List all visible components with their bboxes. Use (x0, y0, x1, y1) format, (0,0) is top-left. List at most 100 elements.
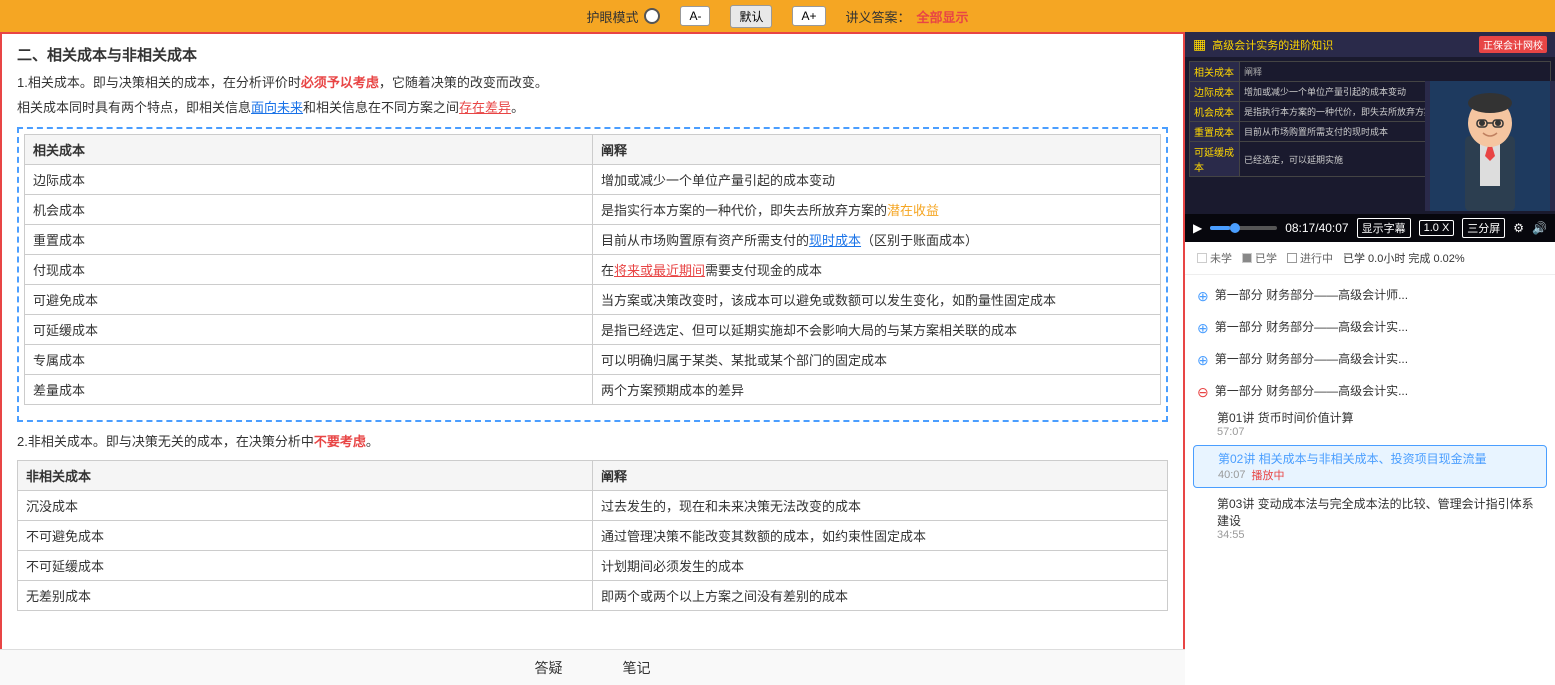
lecture-item-01[interactable]: 第01讲 货币时间价值计算 57:07 (1193, 405, 1547, 442)
nr-cost-name-4: 无差别成本 (18, 581, 593, 611)
right-panel: ▦ 高级会计实务的进阶知识 正保会计网校 相关成本阐释 边际成本增加或减少一个单… (1185, 32, 1555, 685)
lecture-meta-01: 57:07 (1217, 426, 1539, 438)
nr-cost-desc-4: 即两个或两个以上方案之间没有差别的成本 (593, 581, 1168, 611)
section2-desc: 2.非相关成本。即与决策无关的成本，在决策分析中不要考虑。 (17, 432, 1168, 453)
in-progress-label: 进行中 (1300, 250, 1333, 266)
cost-desc-6: 是指已经选定、但可以延期实施却不会影响大局的与某方案相关联的成本 (593, 314, 1161, 344)
table-row: 差量成本 两个方案预期成本的差异 (25, 374, 1161, 404)
video-content: 相关成本阐释 边际成本增加或减少一个单位产量引起的成本变动 机会成本是指执行本方… (1185, 57, 1555, 207)
font-default-button[interactable]: 默认 (730, 5, 772, 28)
nr-cost-desc-1: 过去发生的，现在和未来决策无法改变的成本 (593, 491, 1168, 521)
learned-label: 已学 (1255, 250, 1277, 266)
table-row: 可延缓成本 是指已经选定、但可以延期实施却不会影响大局的与某方案相关联的成本 (25, 314, 1161, 344)
cost-name-8: 差量成本 (25, 374, 593, 404)
lecture-meta-02: 40:07 播放中 (1218, 467, 1538, 483)
eyecare-label: 护眼模式 (586, 7, 638, 26)
table-row: 付现成本 在将来或最近期间需要支付现金的成本 (25, 254, 1161, 284)
cost-name-3: 重置成本 (25, 224, 593, 254)
para1-highlight: 必须予以考虑 (301, 75, 379, 90)
cost-desc-5: 当方案或决策改变时，该成本可以避免或数额可以发生变化，如酌量性固定成本 (593, 284, 1161, 314)
para2-mid: 和相关信息在不同方案之间 (303, 100, 459, 115)
cost-desc-4: 在将来或最近期间需要支付现金的成本 (593, 254, 1161, 284)
main-layout: 💬 提问 📋 笔记 二、相关成本与非相关成本 1.相关成本。即与决策相关的成本，… (0, 32, 1555, 685)
progress-area: 未学 已学 进行中 已学 0.0小时 完成 0.02% (1185, 242, 1555, 275)
lecture-item-02[interactable]: 第02讲 相关成本与非相关成本、投资项目现金流量 40:07 播放中 (1193, 445, 1547, 488)
table-row: 可避免成本 当方案或决策改变时，该成本可以避免或数额可以发生变化，如酌量性固定成… (25, 284, 1161, 314)
lecture-title-01: 第01讲 货币时间价值计算 (1217, 409, 1539, 426)
in-progress-dot (1287, 253, 1297, 263)
eyecare-toggle[interactable] (644, 8, 660, 24)
play-button[interactable]: ▶ (1193, 221, 1202, 235)
lecture-title-03: 第03讲 变动成本法与完全成本法的比较、管理会计指引体系建设 (1217, 495, 1539, 529)
table-header-row: 非相关成本 阐释 (18, 461, 1168, 491)
video-controls: ▶ 08:17/40:07 显示字幕 1.0 X 三分屏 ⚙ 🔊 (1185, 214, 1555, 242)
section2: 2.非相关成本。即与决策无关的成本，在决策分析中不要考虑。 非相关成本 阐释 沉… (17, 432, 1168, 612)
bottom-tab-bar: 答疑 笔记 (0, 649, 1185, 685)
learned-status: 已学 (1242, 250, 1277, 266)
progress-bar[interactable] (1210, 226, 1277, 230)
lecture-item-03[interactable]: 第03讲 变动成本法与完全成本法的比较、管理会计指引体系建设 34:55 (1193, 491, 1547, 545)
layout-button[interactable]: 三分屏 (1462, 218, 1505, 238)
course-section-header-4[interactable]: ⊖ 第一部分 财务部分——高级会计实... (1193, 379, 1547, 405)
progress-fill (1210, 226, 1230, 230)
table-row: 沉没成本 过去发生的，现在和未来决策无法改变的成本 (18, 491, 1168, 521)
table-row: 重置成本 目前从市场购置原有资产所需支付的现时成本（区别于账面成本） (25, 224, 1161, 254)
settings-icon[interactable]: ⚙ (1513, 221, 1524, 235)
lecture-answer: 讲义答案： 全部显示 (846, 7, 969, 26)
not-learned-dot (1197, 253, 1207, 263)
table-col-header-1: 相关成本 (25, 134, 593, 164)
volume-icon[interactable]: 🔊 (1532, 221, 1547, 235)
lecture-title-02: 第02讲 相关成本与非相关成本、投资项目现金流量 (1218, 450, 1538, 467)
para2-red: 存在差异 (459, 100, 511, 115)
font-decrease-button[interactable]: A- (680, 6, 710, 26)
expand-icon-3: ⊕ (1197, 352, 1209, 369)
related-costs-section: 相关成本 阐释 边际成本 增加或减少一个单位产量引起的成本变动 机会成本 是指实… (17, 127, 1168, 422)
course-section-header-2[interactable]: ⊕ 第一部分 财务部分——高级会计实... (1193, 315, 1547, 341)
section-title-1: 第一部分 财务部分——高级会计师... (1215, 287, 1408, 304)
top-bar: 护眼模式 A- 默认 A+ 讲义答案： 全部显示 (0, 0, 1555, 32)
course-section-header-3[interactable]: ⊕ 第一部分 财务部分——高级会计实... (1193, 347, 1547, 373)
cost-desc-1: 增加或减少一个单位产量引起的成本变动 (593, 164, 1161, 194)
table-header-row: 相关成本 阐释 (25, 134, 1161, 164)
font-increase-button[interactable]: A+ (792, 6, 825, 26)
qa-tab[interactable]: 答疑 (535, 658, 563, 678)
video-title: 高级会计实务的进阶知识 (1212, 37, 1333, 53)
cost-desc-7: 可以明确归属于某类、某批或某个部门的固定成本 (593, 344, 1161, 374)
lecture-meta-03: 34:55 (1217, 529, 1539, 541)
nr-col-header-2: 阐释 (593, 461, 1168, 491)
notes-tab[interactable]: 笔记 (623, 658, 651, 678)
not-learned-status: 未学 (1197, 250, 1232, 266)
cost-name-4: 付现成本 (25, 254, 593, 284)
lecture-answer-label: 讲义答案： (846, 7, 911, 26)
progress-dot (1230, 223, 1240, 233)
left-wrapper: 二、相关成本与非相关成本 1.相关成本。即与决策相关的成本，在分析评价时必须予以… (0, 32, 1185, 685)
playing-badge: 播放中 (1252, 467, 1285, 483)
cost-name-6: 可延缓成本 (25, 314, 593, 344)
para1-text: 1.相关成本。即与决策相关的成本，在分析评价时 (17, 75, 301, 90)
para1: 1.相关成本。即与决策相关的成本，在分析评价时必须予以考虑，它随着决策的改变而改… (17, 73, 1168, 94)
cost-name-1: 边际成本 (25, 164, 593, 194)
not-learned-label: 未学 (1210, 250, 1232, 266)
instructor-figure (1430, 81, 1550, 211)
speed-button[interactable]: 1.0 X (1419, 220, 1455, 236)
learned-dot (1242, 253, 1252, 263)
lecture-duration-01: 57:07 (1217, 426, 1245, 438)
eyecare-mode[interactable]: 护眼模式 (586, 7, 660, 26)
video-icon: ▦ (1193, 36, 1206, 53)
table-row: 专属成本 可以明确归属于某类、某批或某个部门的固定成本 (25, 344, 1161, 374)
course-section-header-1[interactable]: ⊕ 第一部分 财务部分——高级会计师... (1193, 283, 1547, 309)
table-col-header-2: 阐释 (593, 134, 1161, 164)
table-row: 不可延缓成本 计划期间必须发生的成本 (18, 551, 1168, 581)
non-related-costs-table: 非相关成本 阐释 沉没成本 过去发生的，现在和未来决策无法改变的成本 不可避免成… (17, 460, 1168, 611)
subtitle-button[interactable]: 显示字幕 (1357, 218, 1411, 238)
cost-name-5: 可避免成本 (25, 284, 593, 314)
expand-icon-2: ⊕ (1197, 320, 1209, 337)
section-title: 二、相关成本与非相关成本 (17, 44, 1168, 65)
para1-cont: ，它随着决策的改变而改变。 (379, 75, 548, 90)
course-list: ⊕ 第一部分 财务部分——高级会计师... ⊕ 第一部分 财务部分——高级会计实… (1185, 275, 1555, 685)
course-section-4: ⊖ 第一部分 财务部分——高级会计实... 第01讲 货币时间价值计算 57:0… (1193, 379, 1547, 545)
nr-cost-name-1: 沉没成本 (18, 491, 593, 521)
para2: 相关成本同时具有两个特点，即相关信息面向未来和相关信息在不同方案之间存在差异。 (17, 98, 1168, 119)
answer-show-value[interactable]: 全部显示 (917, 7, 969, 26)
nr-cost-name-2: 不可避免成本 (18, 521, 593, 551)
